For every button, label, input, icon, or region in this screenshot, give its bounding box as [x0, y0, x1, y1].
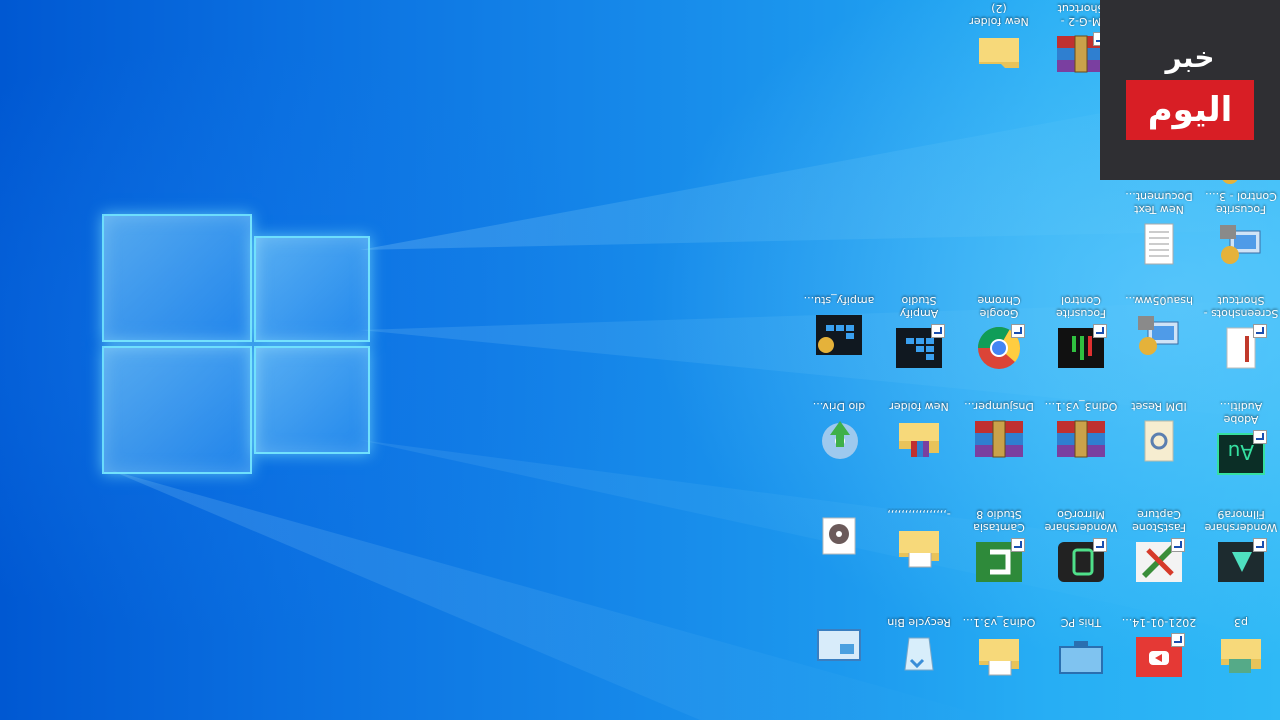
desktop-icons: p3 Wondershare Filmora9 Au Adobe Auditi... S… — [0, 0, 1280, 720]
desktop-icon[interactable]: Odin3_v3.1... — [1042, 400, 1120, 504]
shortcut-arrow-icon — [1011, 324, 1025, 338]
desktop-icon-label: hsau05ww... — [1125, 294, 1193, 307]
shortcut-arrow-icon — [1253, 538, 1267, 552]
shortcut-arrow-icon — [931, 324, 945, 338]
desktop-icon[interactable] — [800, 508, 878, 612]
folder-icon — [1215, 633, 1267, 681]
desktop-icon-label: This PC — [1060, 616, 1102, 629]
document-icon — [1215, 324, 1267, 372]
desktop-icon[interactable]: FastStone Capture — [1120, 508, 1198, 612]
shortcut-arrow-icon — [1093, 324, 1107, 338]
text-document-icon — [1133, 220, 1185, 268]
desktop-icon-label: New folder (2) — [969, 2, 1029, 28]
desktop-icon[interactable]: p3 — [1202, 616, 1280, 720]
desktop-icon[interactable]: Recycle Bin — [880, 616, 958, 720]
desktop-icon[interactable]: Wondershare MirrorGo — [1042, 508, 1120, 612]
desktop-icon[interactable]: Ampify Studio — [880, 294, 958, 398]
installer-icon — [1133, 311, 1185, 359]
filmora-icon — [1215, 538, 1267, 586]
desktop-icon[interactable]: dio Driv... — [800, 400, 878, 504]
desktop-icon-label: New folder — [889, 400, 949, 413]
focusrite-icon — [1055, 324, 1107, 372]
shortcut-arrow-icon — [1011, 538, 1025, 552]
folder-icon — [893, 525, 945, 573]
settings-file-icon — [1133, 417, 1185, 465]
desktop-icon[interactable]: Odin3_v3.1... — [960, 616, 1038, 720]
shortcut-arrow-icon — [1171, 633, 1185, 647]
desktop-icon[interactable]: -,,,,,,,,,,,,,,,,, — [880, 508, 958, 612]
disc-icon — [813, 512, 865, 560]
installer-icon — [1215, 220, 1267, 268]
desktop-icon-label: IDM Reset — [1131, 400, 1187, 413]
faststone-icon — [1133, 538, 1185, 586]
desktop-icon-label: dio Driv... — [812, 400, 866, 413]
desktop-icon-label: Wondershare Filmora9 — [1204, 508, 1278, 534]
desktop-icon[interactable] — [800, 616, 878, 720]
recycle-bin-icon — [893, 633, 945, 681]
installer-icon — [813, 311, 865, 359]
desktop-icon[interactable]: Focusrite Control — [1042, 294, 1120, 398]
desktop-icon-label: Dnsjumper... — [964, 400, 1034, 413]
desktop-icon-label: Google Chrome — [977, 294, 1021, 320]
desktop-background: p3 Wondershare Filmora9 Au Adobe Auditi... S… — [0, 0, 1280, 720]
desktop-icon[interactable]: New Text Document... — [1120, 190, 1198, 294]
desktop-icon[interactable]: New folder — [880, 400, 958, 504]
shortcut-arrow-icon — [1171, 538, 1185, 552]
desktop-icon-label: FastStone Capture — [1132, 508, 1186, 534]
desktop-icon-label: -,,,,,,,,,,,,,,,,, — [887, 508, 951, 521]
desktop-icon-label: Focusrite Control — [1055, 294, 1107, 320]
ampify-icon — [893, 324, 945, 372]
mirrorgo-icon — [1055, 538, 1107, 586]
desktop-icon-label: Adobe Auditi... — [1219, 400, 1263, 426]
folder-icon — [893, 417, 945, 465]
desktop-icon[interactable]: Screenshots - Shortcut — [1202, 294, 1280, 398]
chrome-icon — [973, 324, 1025, 372]
desktop-icon-label: Ampify Studio — [899, 294, 939, 320]
svg-text:Au: Au — [1228, 440, 1254, 464]
desktop-icon[interactable]: 2021-01-14... — [1120, 616, 1198, 720]
folder-icon — [973, 32, 1025, 80]
desktop-icon-label: 2021-01-14... — [1121, 616, 1197, 629]
audition-icon: Au — [1215, 430, 1267, 478]
watermark-badge: خبر اليوم — [1100, 0, 1280, 180]
desktop-icon-label: Odin3_v3.1... — [962, 616, 1036, 629]
desktop-icon[interactable]: Wondershare Filmora9 — [1202, 508, 1280, 612]
installer-icon — [813, 417, 865, 465]
desktop-icon[interactable]: ampify_stu... — [800, 294, 878, 398]
window-app-icon — [813, 620, 865, 668]
desktop-icon[interactable]: Camtasia Studio 8 — [960, 508, 1038, 612]
watermark-line2: اليوم — [1126, 79, 1254, 140]
camtasia-icon — [973, 538, 1025, 586]
winrar-icon — [1055, 417, 1107, 465]
folder-icon — [973, 633, 1025, 681]
desktop-icon-label: Recycle Bin — [887, 616, 951, 629]
shortcut-arrow-icon — [1093, 538, 1107, 552]
desktop-icon-label: Screenshots - Shortcut — [1203, 294, 1279, 320]
desktop-icon[interactable]: Google Chrome — [960, 294, 1038, 398]
desktop-icon-label: New Text Document... — [1125, 190, 1193, 216]
desktop-icon[interactable]: IDM Reset — [1120, 400, 1198, 504]
desktop-icon[interactable]: Au Adobe Auditi... — [1202, 400, 1280, 504]
desktop-icon[interactable]: hsau05ww... — [1120, 294, 1198, 398]
watermark-line1: خبر — [1165, 40, 1215, 74]
computer-icon — [1055, 633, 1107, 681]
desktop-icon[interactable]: This PC — [1042, 616, 1120, 720]
winrar-icon — [973, 417, 1025, 465]
desktop-icon-label: Camtasia Studio 8 — [973, 508, 1025, 534]
desktop-icon-label: ampify_stu... — [803, 294, 875, 307]
desktop-icon[interactable]: New folder (2) — [960, 2, 1038, 106]
desktop-icon-label: p3 — [1234, 616, 1248, 629]
desktop-icon-label: Wondershare MirrorGo — [1044, 508, 1118, 534]
youtube-icon — [1133, 633, 1185, 681]
desktop-icon[interactable]: Dnsjumper... — [960, 400, 1038, 504]
shortcut-arrow-icon — [1253, 430, 1267, 444]
desktop-icon-label: Odin3_v3.1... — [1044, 400, 1118, 413]
shortcut-arrow-icon — [1253, 324, 1267, 338]
